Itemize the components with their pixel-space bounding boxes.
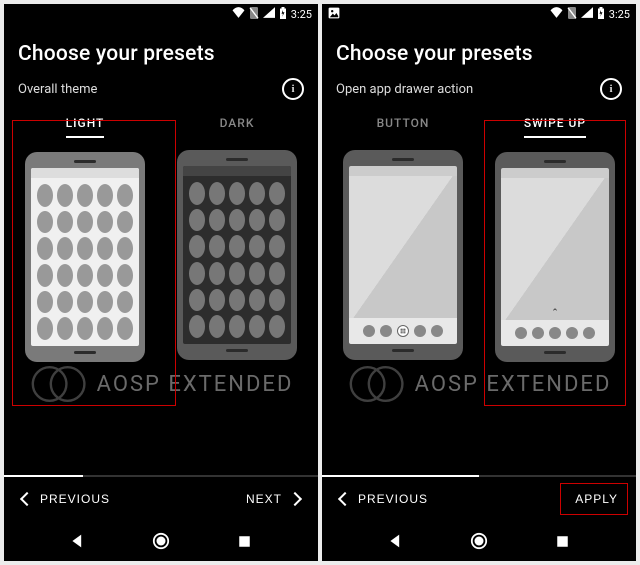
info-icon[interactable]: i	[600, 78, 622, 100]
signal-icon	[263, 7, 275, 21]
options-row: LIGHT DARK	[4, 112, 318, 475]
option-swipeup[interactable]: SWIPE UP ⌃	[484, 112, 626, 475]
option-label: LIGHT	[66, 112, 105, 138]
footer: PREVIOUS APPLY	[322, 477, 636, 521]
signal-icon	[581, 7, 593, 21]
system-navbar	[4, 521, 318, 561]
back-icon[interactable]	[387, 532, 405, 550]
page-title: Choose your presets	[4, 24, 318, 74]
option-label: SWIPE UP	[524, 112, 586, 138]
chevron-up-icon: ⌃	[551, 308, 559, 318]
phone-preview-light	[25, 152, 145, 362]
wifi-icon	[550, 7, 563, 21]
next-button[interactable]: NEXT	[240, 491, 306, 507]
statusbar: 3:25	[4, 4, 318, 24]
subtitle: Overall theme	[18, 82, 97, 97]
status-time: 3:25	[609, 8, 630, 21]
option-label: BUTTON	[377, 112, 430, 136]
image-notification-icon	[328, 7, 340, 22]
option-label: DARK	[220, 112, 255, 136]
no-sim-icon	[567, 7, 577, 22]
option-dark[interactable]: DARK	[166, 112, 308, 475]
statusbar: 3:25	[322, 4, 636, 24]
screen-right: 3:25 Choose your presets Open app drawer…	[322, 4, 636, 561]
recents-icon[interactable]	[235, 532, 253, 550]
previous-button[interactable]: PREVIOUS	[334, 491, 434, 507]
phone-preview-button	[343, 150, 463, 360]
no-sim-icon	[249, 7, 259, 22]
phone-preview-swipeup: ⌃	[495, 152, 615, 362]
option-light[interactable]: LIGHT	[14, 112, 156, 475]
wifi-icon	[232, 7, 245, 21]
subtitle: Open app drawer action	[336, 82, 473, 97]
back-icon[interactable]	[69, 532, 87, 550]
option-button[interactable]: BUTTON	[332, 112, 474, 475]
page-title: Choose your presets	[322, 24, 636, 74]
home-icon[interactable]	[470, 532, 488, 550]
status-time: 3:25	[291, 8, 312, 21]
battery-icon	[597, 7, 605, 22]
apply-button[interactable]: APPLY	[569, 491, 624, 507]
home-icon[interactable]	[152, 532, 170, 550]
dual-screenshot-frame: 3:25 Choose your presets Overall theme i…	[0, 0, 640, 565]
previous-button[interactable]: PREVIOUS	[16, 491, 116, 507]
screen-left: 3:25 Choose your presets Overall theme i…	[4, 4, 318, 561]
footer: PREVIOUS NEXT	[4, 477, 318, 521]
options-row: BUTTON SWIPE UP ⌃	[322, 112, 636, 475]
system-navbar	[322, 521, 636, 561]
recents-icon[interactable]	[553, 532, 571, 550]
phone-preview-dark	[177, 150, 297, 360]
battery-icon	[279, 7, 287, 22]
info-icon[interactable]: i	[282, 78, 304, 100]
